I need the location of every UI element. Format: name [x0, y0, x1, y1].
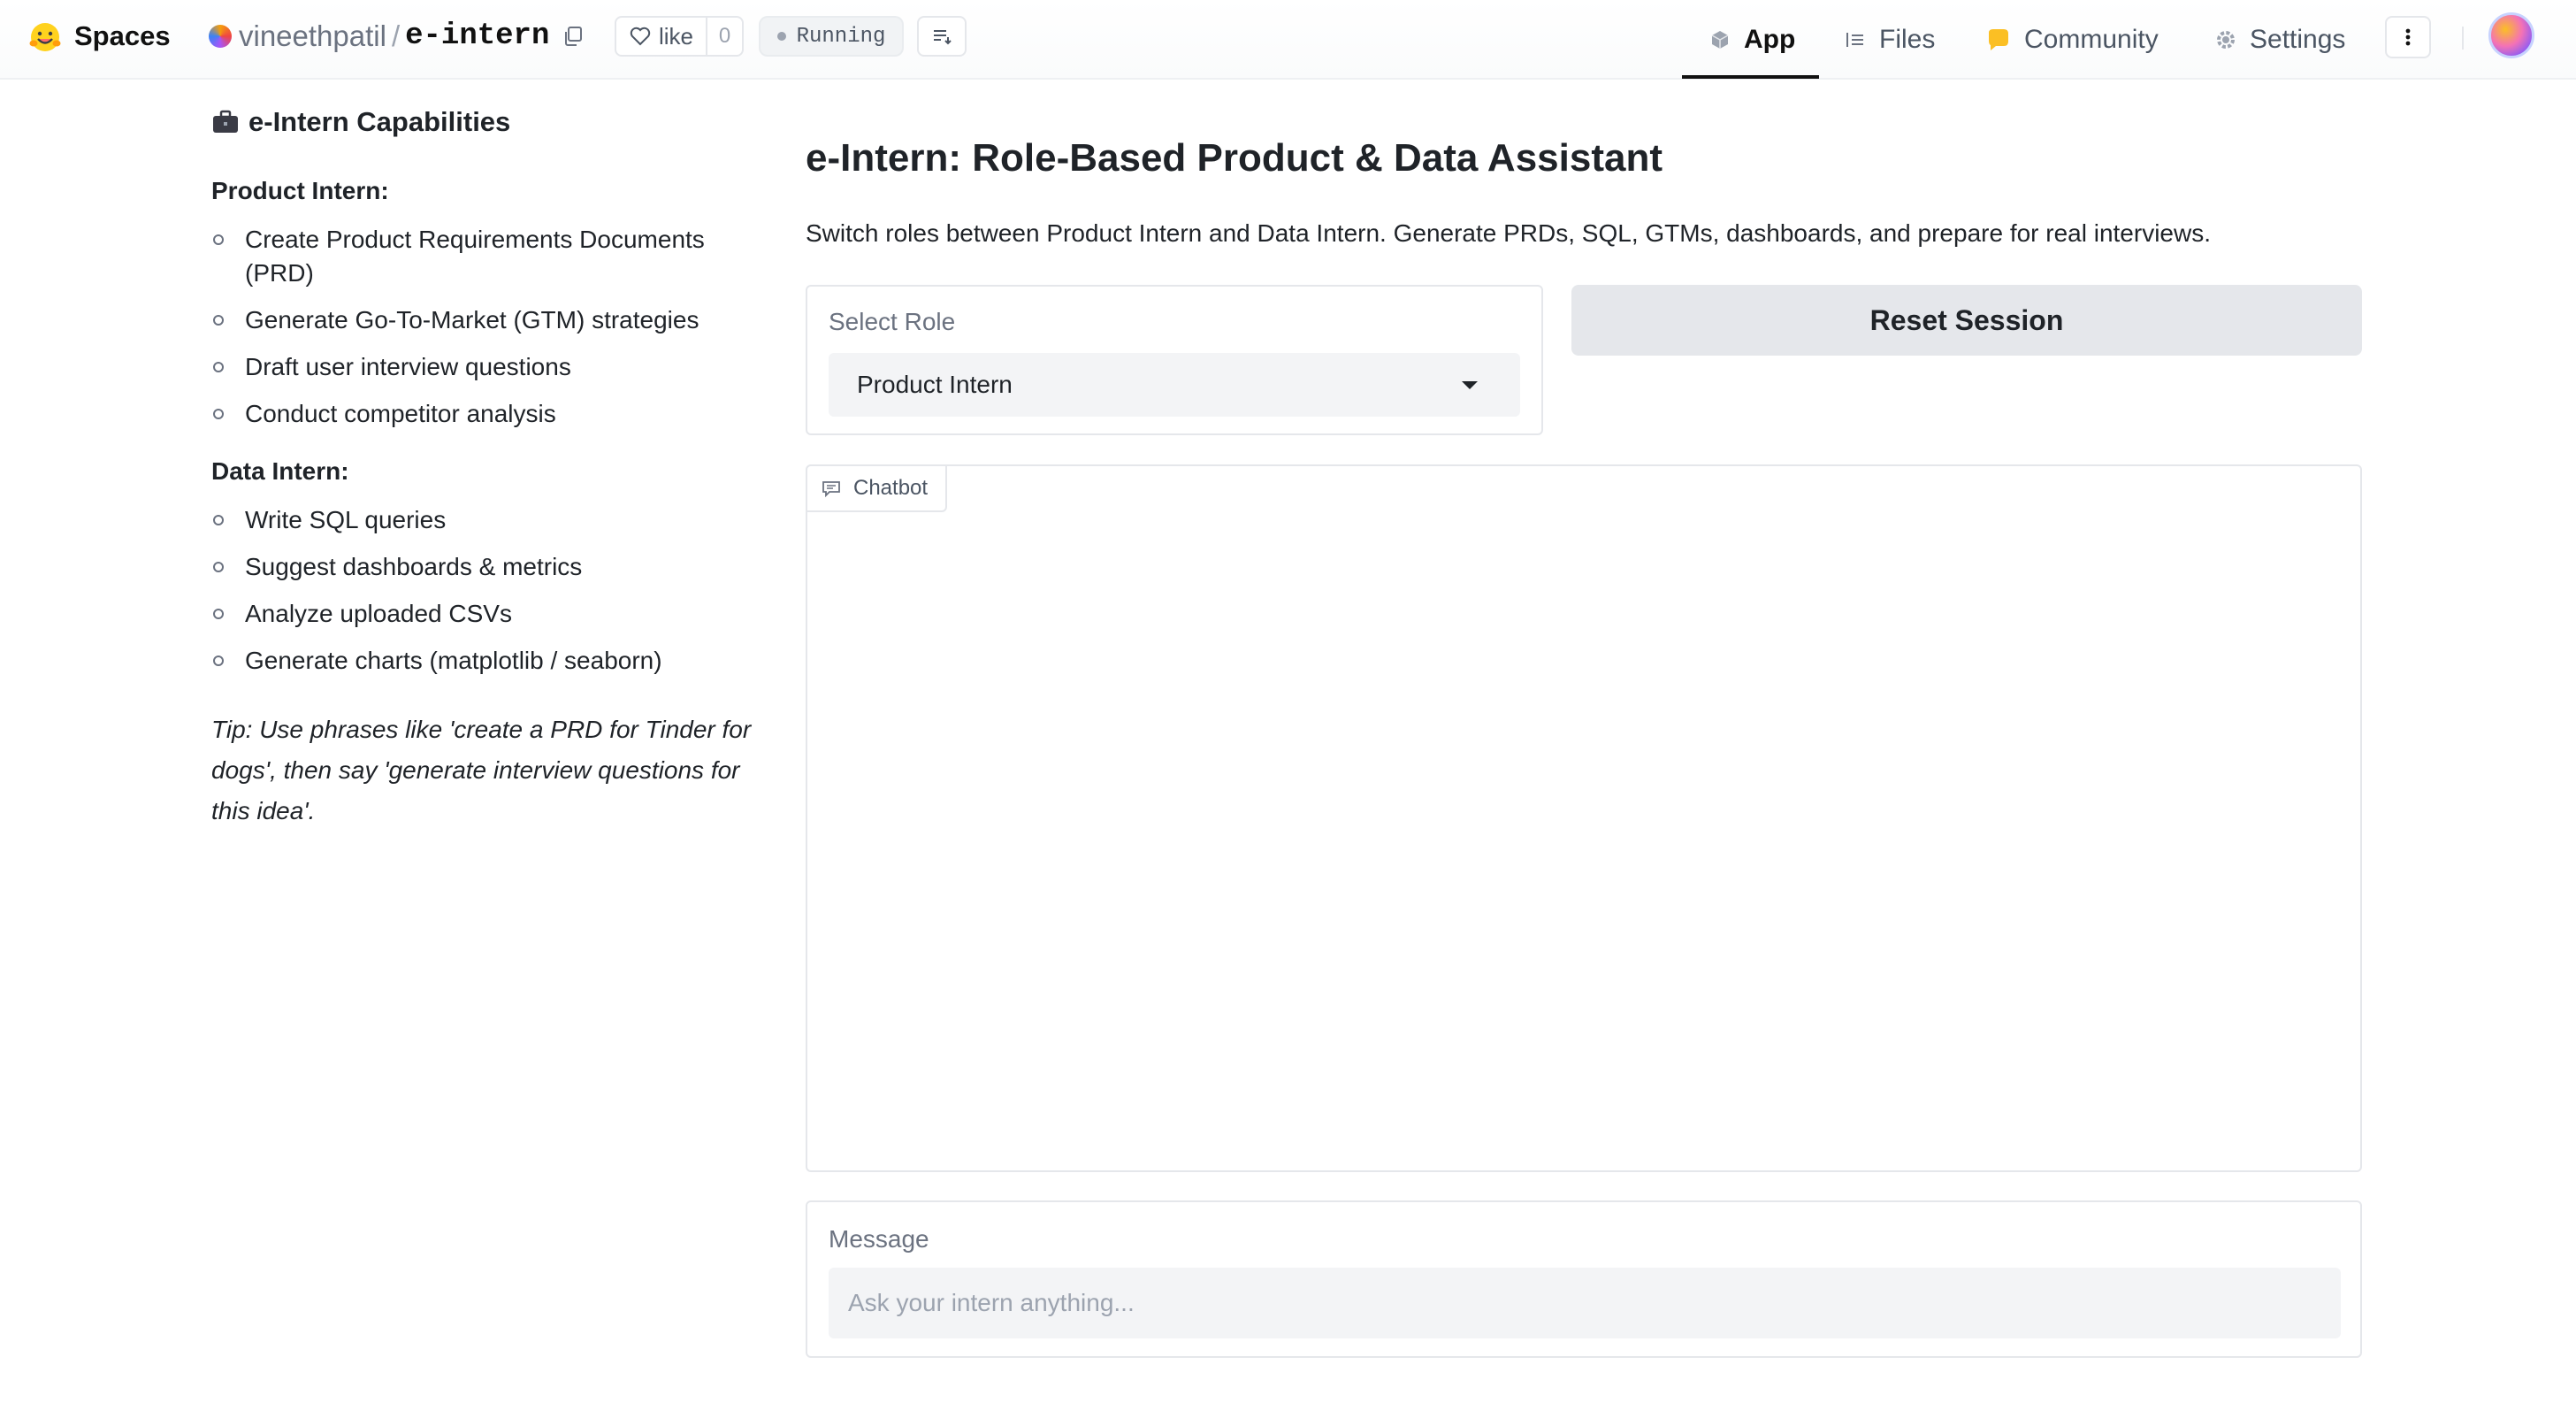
owner-avatar [209, 25, 232, 48]
tab-files[interactable]: Files [1844, 0, 1935, 80]
status-text: Running [796, 24, 886, 49]
chatbot-label-tag: Chatbot [806, 464, 947, 512]
heart-icon [630, 27, 651, 46]
list-item: Generate charts (matplotlib / seaborn) [211, 644, 777, 678]
app-cube-icon [1711, 31, 1729, 49]
community-icon [1989, 29, 2008, 50]
status-badge[interactable]: Running [759, 16, 904, 57]
data-intern-list: Write SQL queries Suggest dashboards & m… [211, 503, 777, 678]
like-count[interactable]: 0 [707, 24, 742, 49]
list-item: Suggest dashboards & metrics [211, 550, 777, 584]
data-intern-heading: Data Intern: [211, 457, 349, 485]
list-item: Conduct competitor analysis [211, 397, 777, 431]
sidebar-title: e-Intern Capabilities [211, 106, 777, 138]
top-navigation-bar: Spaces vineethpatil / e-intern like 0 Ru… [0, 0, 2576, 80]
list-item: Create Product Requirements Documents (P… [211, 223, 777, 290]
message-panel: Message [806, 1200, 2362, 1358]
like-label: like [659, 22, 694, 50]
product-intern-heading: Product Intern: [211, 177, 389, 204]
spaces-label: Spaces [74, 20, 171, 51]
capabilities-sidebar: e-Intern Capabilities Product Intern: Cr… [211, 106, 777, 832]
product-intern-list: Create Product Requirements Documents (P… [211, 223, 777, 431]
gear-icon [2217, 31, 2235, 49]
chat-bubble-icon [822, 481, 840, 497]
role-dropdown-value: Product Intern [857, 371, 1013, 398]
role-selector-panel: Select Role Product Intern [806, 285, 1543, 435]
tab-settings-label: Settings [2250, 25, 2346, 54]
chatbot-label: Chatbot [853, 476, 929, 500]
message-label: Message [829, 1225, 929, 1253]
reset-session-button[interactable]: Reset Session [1571, 285, 2362, 356]
hugging-face-logo-icon [29, 23, 61, 51]
list-item: Generate Go-To-Market (GTM) strategies [211, 303, 777, 337]
list-item: Draft user interview questions [211, 350, 777, 384]
status-dot-icon [776, 32, 786, 41]
like-button[interactable]: like 0 [615, 16, 744, 57]
role-select-label: Select Role [829, 308, 956, 335]
usage-tip: Tip: Use phrases like 'create a PRD for … [211, 716, 752, 824]
owner-link[interactable]: vineethpatil [239, 19, 386, 53]
files-icon [1846, 33, 1863, 47]
page-description: Switch roles between Product Intern and … [806, 219, 2211, 247]
more-options-button[interactable] [2385, 16, 2431, 58]
vertical-dots-icon [2405, 28, 2411, 46]
logs-icon [934, 30, 952, 45]
caret-down-icon [1462, 381, 1478, 389]
tab-app-label: App [1744, 25, 1796, 54]
chatbot-panel[interactable]: Chatbot [806, 464, 2362, 1172]
active-tab-indicator [1682, 75, 1819, 79]
repo-name-link[interactable]: e-intern [405, 19, 549, 53]
page-title: e-Intern: Role-Based Product & Data Assi… [806, 136, 1663, 180]
sidebar-title-text: e-Intern Capabilities [248, 106, 511, 137]
tab-settings[interactable]: Settings [2214, 0, 2345, 80]
role-dropdown[interactable]: Product Intern [829, 353, 1520, 417]
list-item: Analyze uploaded CSVs [211, 597, 777, 631]
briefcase-icon [213, 110, 238, 133]
repo-breadcrumb: vineethpatil / e-intern [209, 18, 585, 55]
logs-button[interactable] [917, 16, 967, 57]
tab-files-label: Files [1879, 25, 1936, 54]
breadcrumb-separator: / [391, 19, 401, 52]
copy-icon[interactable] [562, 25, 585, 48]
user-avatar[interactable] [2488, 12, 2534, 58]
spaces-brand-link[interactable]: Spaces [28, 18, 171, 55]
divider [2462, 27, 2464, 50]
list-item: Write SQL queries [211, 503, 777, 537]
message-input[interactable] [829, 1268, 2341, 1338]
tab-community-label: Community [2024, 25, 2159, 54]
tab-app[interactable]: App [1708, 0, 1795, 80]
tab-community[interactable]: Community [1985, 0, 2159, 80]
